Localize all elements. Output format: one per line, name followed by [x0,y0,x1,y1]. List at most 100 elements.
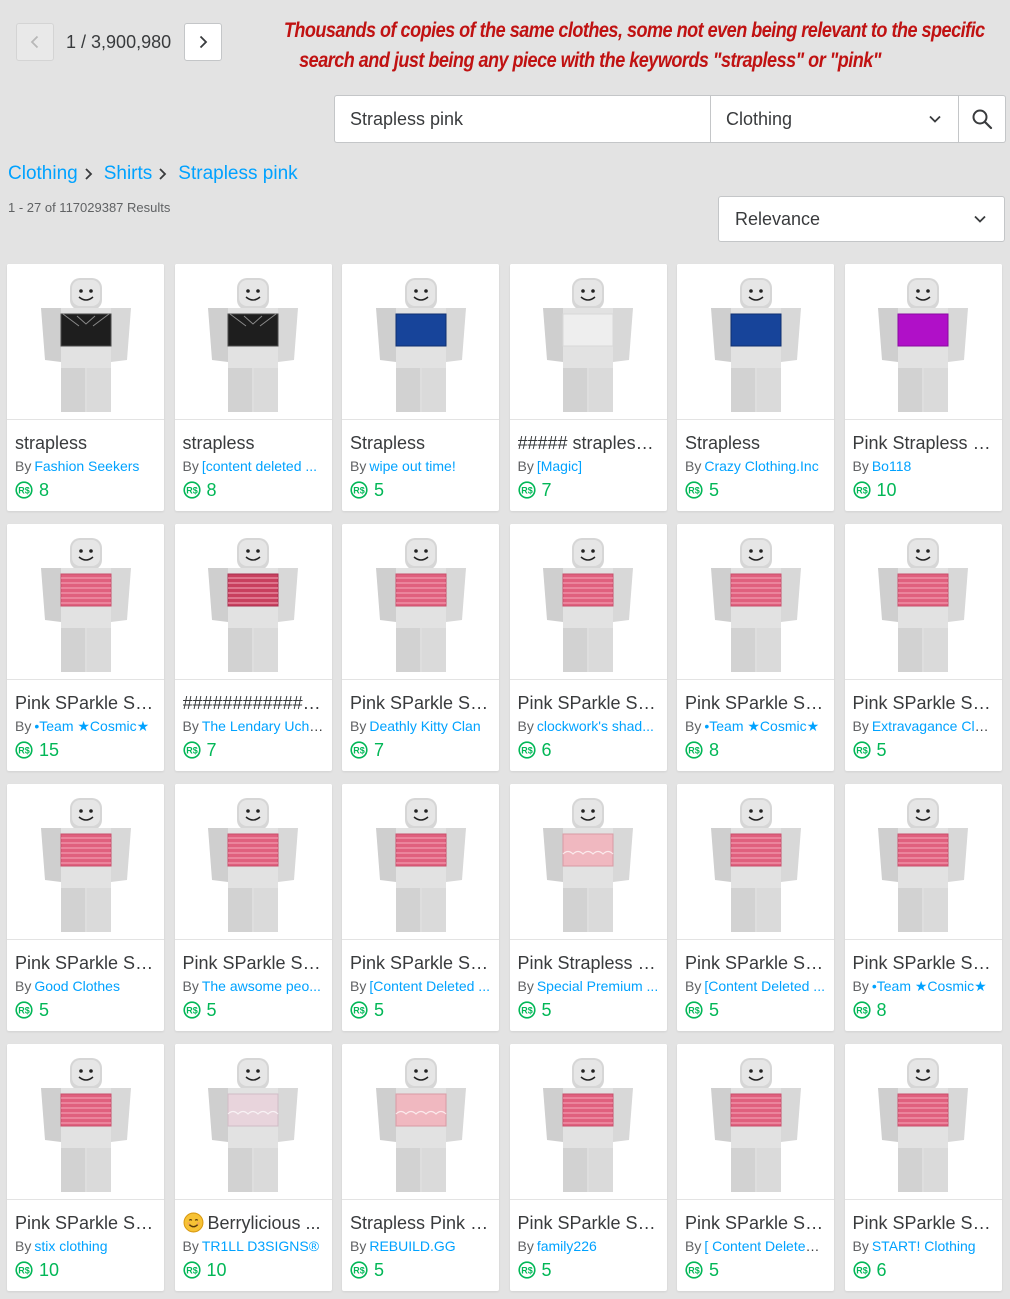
search-input[interactable]: Strapless pink [334,95,710,143]
item-card[interactable]: Pink SParkle Str... By clockwork's shad..… [509,524,667,771]
item-name[interactable]: Pink SParkle Str... [350,952,491,974]
creator-link[interactable]: [Content Deleted ... [704,978,825,994]
item-name[interactable]: ##### strapless ... [518,432,659,454]
creator-link[interactable]: [ Content Deleted ... [704,1238,826,1254]
creator-link[interactable]: •Team ★Cosmic★ [872,978,987,994]
item-thumbnail[interactable] [509,1044,667,1200]
item-thumbnail[interactable] [7,784,164,940]
item-name[interactable]: Pink SParkle Str... [685,1212,826,1234]
sort-dropdown[interactable]: Relevance [718,196,1005,242]
item-name[interactable]: Pink SParkle Str... [518,692,659,714]
item-card[interactable]: Pink SParkle Str... By •Team ★Cosmic★ R$ 8 [844,784,1002,1031]
item-thumbnail[interactable] [844,1044,1002,1200]
creator-link[interactable]: Fashion Seekers [34,458,139,474]
item-name[interactable]: Strapless [350,432,491,454]
item-card[interactable]: Pink Strapless R... By Special Premium ..… [509,784,667,1031]
item-thumbnail[interactable] [509,264,667,420]
item-card[interactable]: ##### strapless ... By [Magic] R$ 7 [509,264,667,511]
item-thumbnail[interactable] [7,524,164,680]
creator-link[interactable]: family226 [537,1238,597,1254]
item-name[interactable]: Pink SParkle Str... [15,692,156,714]
item-name[interactable]: Pink SParkle Str... [685,692,826,714]
item-thumbnail[interactable] [342,1044,499,1200]
creator-link[interactable]: [Content Deleted ... [369,978,490,994]
creator-link[interactable]: Extravagance Clot... [872,718,994,734]
item-thumbnail[interactable] [677,1044,834,1200]
creator-link[interactable]: [content deleted ... [202,458,317,474]
item-card[interactable]: Pink SParkle Str... By stix clothing R$ 10 [7,1044,164,1291]
breadcrumb-shirts[interactable]: Shirts [104,163,153,185]
item-thumbnail[interactable] [844,524,1002,680]
item-thumbnail[interactable] [174,264,332,420]
item-name[interactable]: Pink Strapless R... [518,952,659,974]
previous-page-button[interactable] [16,23,54,61]
creator-link[interactable]: Deathly Kitty Clan [369,718,480,734]
item-thumbnail[interactable] [844,784,1002,940]
item-card[interactable]: Pink SParkle Str... By[ Content Deleted … [677,1044,834,1291]
creator-link[interactable]: START! Clothing [872,1238,976,1254]
item-card[interactable]: Pink SParkle Str... By Deathly Kitty Clan… [342,524,499,771]
item-name[interactable]: Strapless Pink R... [350,1212,491,1234]
creator-link[interactable]: Bo118 [872,458,911,474]
creator-link[interactable]: Good Clothes [34,978,120,994]
creator-link[interactable]: Crazy Clothing.Inc [704,458,818,474]
category-dropdown[interactable]: Clothing [710,95,959,143]
item-thumbnail[interactable] [342,264,499,420]
item-name[interactable]: Pink SParkle Str... [518,1212,659,1234]
item-card[interactable]: Pink SParkle Str... By START! Clothing R$… [844,1044,1002,1291]
item-thumbnail[interactable] [677,264,834,420]
creator-link[interactable]: Special Premium ... [537,978,658,994]
item-name[interactable]: Pink SParkle Str... [853,692,994,714]
item-card[interactable]: Pink SParkle Str... By •Team ★Cosmic★ R$ 1… [7,524,164,771]
item-card[interactable]: strapless By Fashion Seekers R$ 8 [7,264,164,511]
item-thumbnail[interactable] [174,524,332,680]
item-card[interactable]: strapless By [content deleted ... R$ 8 [174,264,332,511]
item-name[interactable]: ##############... [183,692,324,714]
creator-link[interactable]: [Magic] [537,458,582,474]
item-card[interactable]: Pink SParkle Str... By [Content Deleted .… [342,784,499,1031]
creator-link[interactable]: clockwork's shad... [537,718,654,734]
item-card[interactable]: Pink Strapless S... By Bo118 R$ 10 [844,264,1002,511]
item-thumbnail[interactable] [677,524,834,680]
next-page-button[interactable] [184,23,223,61]
item-thumbnail[interactable] [7,264,164,420]
item-card[interactable]: Pink SParkle Str... By The awsome peo... … [174,784,332,1031]
creator-link[interactable]: The awsome peo... [202,978,321,994]
item-thumbnail[interactable] [342,524,499,680]
item-name[interactable]: strapless [183,432,324,454]
item-thumbnail[interactable] [677,784,834,940]
breadcrumb-strapless-pink[interactable]: Strapless pink [178,163,297,185]
item-thumbnail[interactable] [174,1044,332,1200]
item-name[interactable]: Pink SParkle Str... [15,952,156,974]
item-name[interactable]: Pink SParkle Str... [15,1212,156,1234]
creator-link[interactable]: TR1LL D3SIGNS® [202,1238,319,1254]
creator-link[interactable]: The Lendary Uchi... [202,718,324,734]
item-card[interactable]: Strapless By wipe out time! R$ 5 [342,264,499,511]
item-thumbnail[interactable] [509,784,667,940]
item-card[interactable]: Pink SParkle Str... By family226 R$ 5 [509,1044,667,1291]
creator-link[interactable]: stix clothing [34,1238,107,1254]
creator-link[interactable]: wipe out time! [369,458,455,474]
item-thumbnail[interactable] [174,784,332,940]
item-name[interactable]: Pink SParkle Str... [853,952,994,974]
item-name[interactable]: Pink SParkle Str... [685,952,826,974]
item-card[interactable]: Pink SParkle Str... By [Content Deleted .… [677,784,834,1031]
item-thumbnail[interactable] [509,524,667,680]
item-card[interactable]: Pink SParkle Str... By Good Clothes R$ 5 [7,784,164,1031]
creator-link[interactable]: REBUILD.GG [369,1238,455,1254]
item-name[interactable]: Pink Strapless S... [853,432,994,454]
item-name[interactable]: Pink SParkle Str... [350,692,491,714]
item-card[interactable]: Pink SParkle Str... By •Team ★Cosmic★ R$ 8 [677,524,834,771]
item-card[interactable]: ##############... By The Lendary Uchi... … [174,524,332,771]
creator-link[interactable]: •Team ★Cosmic★ [704,718,819,734]
breadcrumb-clothing[interactable]: Clothing [8,163,78,185]
item-name[interactable]: Pink SParkle Str... [183,952,324,974]
item-thumbnail[interactable] [844,264,1002,420]
item-name[interactable]: Strapless [685,432,826,454]
item-thumbnail[interactable] [7,1044,164,1200]
search-button[interactable] [959,95,1006,143]
item-name[interactable]: Pink SParkle Str... [853,1212,994,1234]
item-name[interactable]: strapless [15,432,156,454]
item-card[interactable]: Strapless By Crazy Clothing.Inc R$ 5 [677,264,834,511]
item-name[interactable]: Berrylicious ... [183,1212,324,1234]
